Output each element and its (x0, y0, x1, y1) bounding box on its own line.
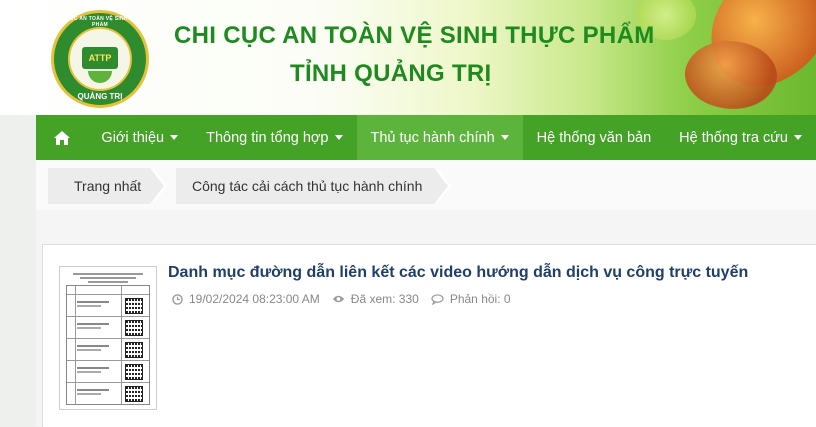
post-date-text: 19/02/2024 08:23:00 AM (189, 292, 320, 306)
nav-item-thong-tin-tong-hop[interactable]: Thông tin tổng hợp (192, 115, 356, 160)
nav-item-label: Hệ thống văn bản (536, 129, 652, 146)
table-row (67, 294, 149, 317)
post-thumbnail[interactable] (59, 266, 157, 410)
site-title: CHI CỤC AN TOÀN VỆ SINH THỰC PHẨM (174, 22, 655, 49)
nav-item-gioi-thieu[interactable]: Giới thiệu (87, 115, 192, 160)
post-replies-text: Phản hồi: 0 (449, 292, 511, 306)
qr-code-icon (125, 342, 143, 358)
nav-item-he-thong-van-ban[interactable]: Hệ thống văn bản (523, 115, 665, 160)
caret-down-icon (794, 135, 802, 140)
logo-badge: ATTP (82, 47, 118, 69)
thumbnail-header (68, 271, 148, 283)
home-icon (53, 130, 70, 145)
breadcrumb-category[interactable]: Công tác cải cách thủ tục hành chính (176, 168, 451, 204)
post-meta: 19/02/2024 08:23:00 AM Đã xem: 330 Phản … (172, 292, 523, 306)
logo-bottom-text: QUẢNG TRỊ (77, 92, 123, 101)
qr-code-icon (125, 364, 143, 380)
site-logo[interactable]: CHI CỤC AN TOÀN VỆ SINH THỰC PHẨM ATTP Q… (51, 10, 149, 108)
breadcrumb-home[interactable]: Trang nhất (48, 168, 167, 204)
caret-down-icon (500, 135, 509, 140)
post-replies: Phản hồi: 0 (431, 292, 511, 306)
comment-icon (431, 293, 444, 305)
nav-item-label: Thông tin tổng hợp (206, 129, 329, 146)
table-row (67, 338, 149, 361)
nav-item-label: Thủ tục hành chính (370, 129, 495, 146)
nav-item-label: Hệ thống tra cứu (679, 129, 788, 146)
thumbnail-table (66, 285, 150, 405)
header-banner: CHI CỤC AN TOÀN VỆ SINH THỰC PHẨM ATTP Q… (0, 0, 816, 115)
eye-icon (332, 295, 344, 303)
leaf-icon (88, 71, 112, 83)
qr-code-icon (125, 386, 143, 402)
breadcrumb: Trang nhất Công tác cải cách thủ tục hàn… (36, 160, 816, 211)
site-subtitle: TỈNH QUẢNG TRỊ (290, 60, 492, 87)
table-row (67, 382, 149, 405)
qr-code-icon (125, 320, 143, 336)
post-views-text: Đã xem: 330 (350, 292, 419, 306)
nav-item-label: Giới thiệu (101, 129, 165, 146)
qr-code-icon (125, 298, 143, 314)
clock-icon (172, 293, 183, 305)
post-views: Đã xem: 330 (332, 292, 419, 306)
table-row (67, 360, 149, 383)
main-nav: Giới thiệu Thông tin tổng hợp Thủ tục hà… (36, 115, 816, 160)
table-row (67, 316, 149, 339)
post-title-link[interactable]: Danh mục đường dẫn liên kết các video hư… (168, 264, 748, 282)
nav-item-thu-tuc-hanh-chinh[interactable]: Thủ tục hành chính (356, 115, 523, 160)
nav-home[interactable] (36, 115, 87, 160)
nav-item-he-thong-tra-cuu[interactable]: Hệ thống tra cứu (665, 115, 816, 160)
logo-emblem: ATTP (68, 27, 132, 91)
caret-down-icon (170, 135, 179, 140)
caret-down-icon (334, 135, 343, 140)
post-date: 19/02/2024 08:23:00 AM (172, 292, 320, 306)
